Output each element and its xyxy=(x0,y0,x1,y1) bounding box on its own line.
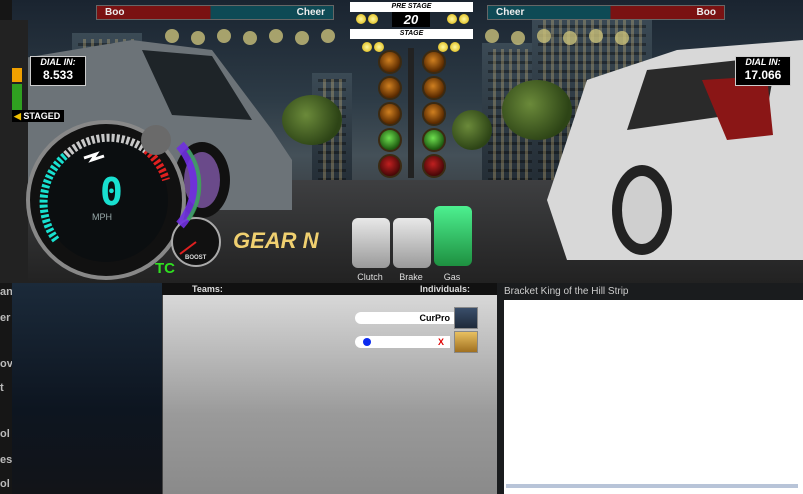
cheer-label: Cheer xyxy=(296,7,325,18)
dial-in-label: DIAL IN: xyxy=(40,57,76,67)
individual-row[interactable]: X xyxy=(355,336,450,348)
boo-label: Boo xyxy=(105,7,125,18)
sidebar-fragment: er xyxy=(0,312,11,324)
chat-title: Bracket King of the Hill Strip xyxy=(504,286,629,297)
sidebar-fragment: es xyxy=(0,454,12,466)
bottom-left-panel xyxy=(12,283,162,494)
left-dial-in: DIAL IN: 8.533 xyxy=(30,56,86,86)
amber-light xyxy=(422,76,446,100)
sidebar-fragment: ol xyxy=(0,428,10,440)
prestage-light xyxy=(459,14,469,24)
prestage-light xyxy=(447,14,457,24)
clutch-pedal[interactable] xyxy=(352,218,390,268)
left-wall xyxy=(0,20,28,283)
brake-label: Brake xyxy=(399,272,423,282)
green-light xyxy=(422,128,446,152)
brake-pedal[interactable] xyxy=(393,218,431,268)
avatar[interactable] xyxy=(454,331,478,353)
christmas-tree: PRE STAGE 20 STAGE xyxy=(350,0,473,40)
progress-marker-amber xyxy=(12,68,22,82)
amber-light xyxy=(422,50,446,74)
amber-light xyxy=(378,50,402,74)
sidebar-fragment: an xyxy=(0,286,12,298)
chat-log[interactable] xyxy=(504,300,803,494)
shift-light-arc xyxy=(176,141,202,229)
boost-label: BOOST xyxy=(185,255,207,261)
stage-light xyxy=(450,42,460,52)
gas-label: Gas xyxy=(443,272,461,282)
pre-stage-label: PRE STAGE xyxy=(350,2,473,12)
dial-in-label: DIAL IN: xyxy=(745,57,781,67)
tree-bulbs xyxy=(362,40,460,180)
boo-label: Boo xyxy=(696,7,716,18)
speed-readout: 0 xyxy=(100,170,123,214)
red-light xyxy=(378,154,402,178)
dial-in-value: 8.533 xyxy=(42,68,74,82)
gas-pedal[interactable] xyxy=(434,206,472,266)
left-boo-cheer-meter: Boo Cheer xyxy=(96,5,334,20)
countdown-display: 20 xyxy=(392,12,430,27)
sidebar-fragment: ov xyxy=(0,358,12,370)
traction-control-label: TC xyxy=(155,260,175,277)
cheer-label: Cheer xyxy=(496,7,525,18)
red-light xyxy=(422,154,446,178)
stage-light xyxy=(362,42,372,52)
amber-light xyxy=(422,102,446,126)
individual-name: CurPro xyxy=(419,313,450,323)
status-dot-icon xyxy=(363,338,371,346)
teams-panel xyxy=(162,295,498,494)
chat-scrollbar[interactable] xyxy=(506,484,798,488)
green-light xyxy=(378,128,402,152)
individual-row[interactable]: CurPro xyxy=(355,312,454,324)
stage-label: STAGE xyxy=(350,29,473,39)
sidebar-fragment: ol xyxy=(0,478,10,490)
progress-marker-green xyxy=(12,84,22,110)
sidebar-fragment: t xyxy=(0,382,4,394)
clutch-label: Clutch xyxy=(357,272,383,282)
tree-pole xyxy=(408,48,414,178)
right-boo-cheer-meter: Cheer Boo xyxy=(487,5,725,20)
speed-unit: MPH xyxy=(92,212,112,222)
prestage-light xyxy=(356,14,366,24)
amber-light xyxy=(378,102,402,126)
avatar[interactable] xyxy=(454,307,478,329)
prestage-light xyxy=(368,14,378,24)
dial-in-value: 17.066 xyxy=(744,68,782,82)
individual-name: X xyxy=(437,337,444,347)
right-dial-in: DIAL IN: 17.066 xyxy=(735,56,791,86)
amber-light xyxy=(378,76,402,100)
stage-light xyxy=(374,42,384,52)
triangle-icon: ◀ xyxy=(14,111,24,121)
gear-indicator: GEAR N xyxy=(233,228,319,253)
